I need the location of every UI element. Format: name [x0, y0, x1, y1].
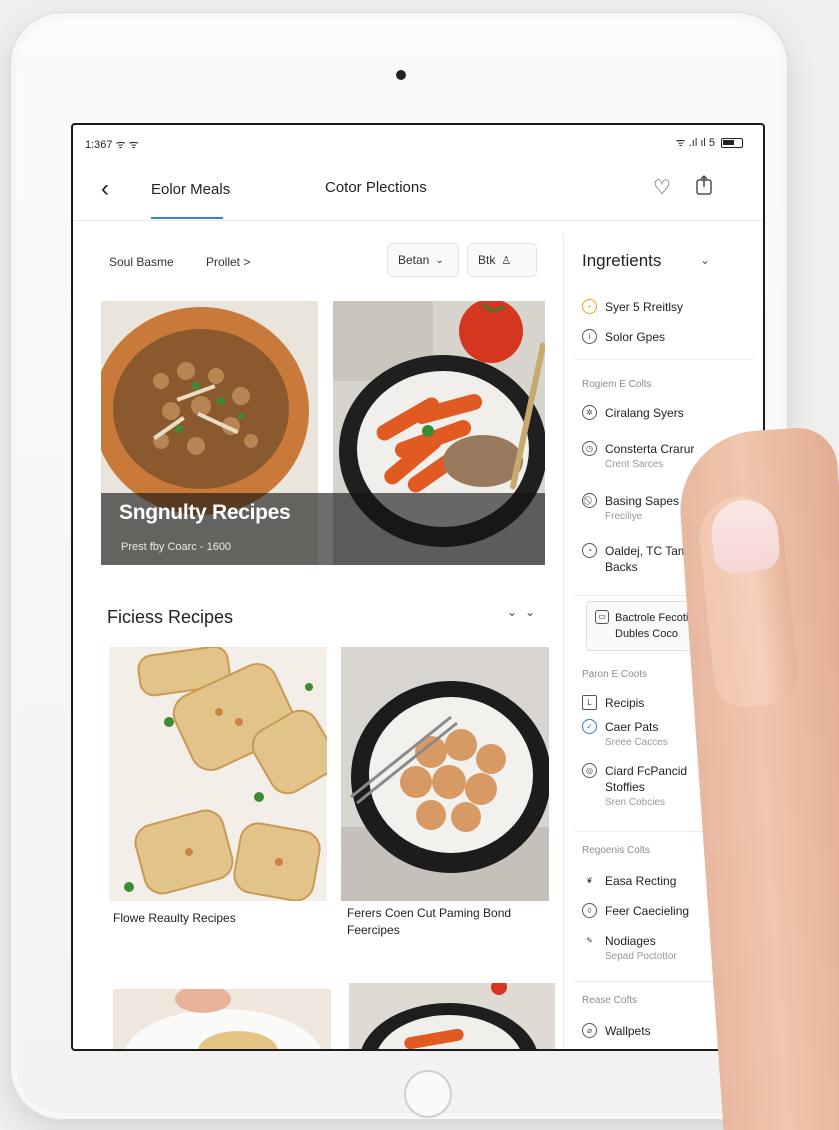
sort-label[interactable]: Soul Basme	[109, 255, 174, 269]
status-time: 1:367 ᯤ ᯤ	[85, 139, 139, 151]
main-content: Sngnulty Recipes Prest fby Coarc - 1600 …	[73, 285, 561, 1049]
sidebar-item[interactable]: ◊ Feer Caecieling	[582, 903, 689, 919]
sidebar-item-label: Easa Recting	[605, 874, 677, 888]
sidebar-item[interactable]: ❦ Easa Recting	[582, 873, 676, 889]
filter-dropdown-label: Betan	[398, 253, 430, 267]
sidebar-item-label: Nodiages	[605, 934, 656, 948]
sidebar-item[interactable]: i Solor Gpes	[582, 329, 665, 345]
sidebar-item-label: Ciralang Syers	[605, 406, 684, 420]
target-icon: ◎	[582, 763, 597, 778]
slash-icon: ⃠	[582, 493, 597, 508]
sidebar-item[interactable]: ✎ Nodiages Sepad Poctottor	[582, 933, 677, 965]
home-button[interactable]	[404, 1070, 452, 1118]
sidebar-item[interactable]: • Syer 5 Rreitlsy	[582, 299, 683, 315]
recipe-card-title[interactable]: Flowe Reaulty Recipes	[113, 911, 236, 925]
app-screen: 1:367 ᯤ ᯤ ᯤ .ıl ıl 5 ‹ Eolor Meals Cotor…	[71, 123, 765, 1051]
hero-subtitle: Prest fby Coarc - 1600	[121, 541, 232, 553]
app-header: ‹ Eolor Meals Cotor Plections ♡	[73, 165, 763, 221]
sidebar-item-label: Ciard FcPancid Stoffies	[605, 764, 688, 794]
sidebar-item-label: Wallpets	[605, 1024, 651, 1038]
sidebar-heading: Rease Cofts	[582, 995, 638, 1006]
pin-icon: ⌀	[582, 1023, 597, 1038]
sidebar-item[interactable]: ✲ Ciralang Syers	[582, 405, 684, 421]
leaf-icon: ❦	[586, 876, 593, 885]
camera-dot	[396, 70, 406, 80]
sidebar-item-label: Consterta Crarur	[605, 442, 695, 456]
sidebar-item-sublabel: Sreee Cacces	[605, 737, 668, 748]
recipe-card-image-nuggets[interactable]	[341, 647, 549, 901]
section-title: Ficiess Recipes	[107, 607, 234, 627]
sidebar-item-sublabel: Crent Sarces	[605, 459, 664, 470]
sidebar-item[interactable]: L Recipis	[582, 695, 644, 711]
sidebar-heading: Paron E Coots	[582, 669, 648, 680]
recipe-card-image-pasta[interactable]	[113, 989, 331, 1049]
gear-icon: ✲	[582, 405, 597, 420]
sidebar-item-label: Solor Gpes	[605, 330, 666, 344]
hero-title: Sngnulty Recipes	[119, 501, 291, 524]
sidebar-item-label: Recipis	[605, 696, 645, 710]
chevron-down-icon[interactable]: ⌄	[700, 253, 710, 267]
heart-icon[interactable]: ♡	[653, 175, 671, 200]
recipe-card-title[interactable]: Ferers Coen Cut Paming Bond Feercipes	[347, 905, 537, 939]
sidebar-item[interactable]: ✓ Caer Pats Sreee Cacces	[582, 719, 668, 751]
box-icon: ▭	[595, 610, 609, 624]
sidebar-item-sublabel: Freciliye	[605, 511, 643, 522]
section-chevron-icons[interactable]: ⌄⌄	[507, 605, 543, 619]
drop-icon: ◊	[582, 903, 597, 918]
user-icon: ♙	[501, 254, 512, 267]
info-icon: i	[582, 329, 597, 344]
sidebar-item-label: Basing Sapes	[605, 494, 680, 508]
divider	[574, 359, 754, 360]
filter-row: Soul Basme Prollet > Betan ⌄ Btk ♙	[73, 233, 561, 283]
sidebar-heading: Regoenis Colts	[582, 845, 650, 856]
tab-color-meals[interactable]: Eolor Meals	[151, 181, 230, 198]
clock-icon: ◷	[582, 441, 597, 456]
sidebar-heading: Rogiem E Colts	[582, 379, 652, 390]
sidebar-item-label: Feer Caecieling	[605, 904, 690, 918]
sidebar-item[interactable]: ⃠ Basing Sapes Freciliye	[582, 493, 679, 525]
filter-dropdown-button[interactable]: Betan ⌄	[387, 243, 459, 277]
tab-color-plections[interactable]: Cotor Plections	[325, 179, 427, 196]
battery-icon	[721, 137, 743, 148]
sidebar-item[interactable]: ⌀ Wallpets	[582, 1023, 651, 1039]
filter-user-button[interactable]: Btk ♙	[467, 243, 537, 277]
filter-user-label: Btk	[478, 253, 496, 267]
ld-icon: L	[582, 695, 597, 710]
sidebar-item-label: Syer 5 Rreitlsy	[605, 300, 684, 314]
sidebar-item-label: Oaldej, TC Tam	[605, 544, 688, 558]
recipe-card-image-carrot-plate[interactable]	[349, 983, 555, 1049]
back-chevron-icon[interactable]: ‹	[101, 177, 109, 201]
boxed-item-line1: Bactrole Fecotiel	[615, 612, 697, 624]
sidebar-item-label: Caer Pats	[605, 720, 659, 734]
share-icon[interactable]	[695, 175, 713, 195]
sidebar-item-sublabel: Sepad Poctottor	[605, 951, 677, 962]
sidebar-item[interactable]: ◷ Consterta Crarur Crent Sarces	[582, 441, 694, 473]
chevron-down-icon: ⌄	[435, 254, 444, 266]
status-bar: 1:367 ᯤ ᯤ ᯤ .ıl ıl 5	[73, 125, 763, 155]
product-link[interactable]: Prollet >	[206, 255, 250, 269]
signal-icon: ᯤ .ıl ıl 5	[675, 137, 715, 149]
active-tab-indicator	[151, 217, 223, 219]
sidebar-title: Ingretients	[582, 251, 662, 270]
tablet-frame: 1:367 ᯤ ᯤ ᯤ .ıl ıl 5 ‹ Eolor Meals Cotor…	[10, 12, 788, 1120]
pen-icon: ✎	[586, 936, 593, 945]
boxed-item-line2: Dubles Coco	[615, 628, 678, 640]
check-icon: ✓	[582, 719, 597, 734]
recipe-card-image-flatbread[interactable]	[109, 647, 327, 901]
gauge-icon: ◔	[582, 543, 597, 558]
status-icons: ᯤ .ıl ıl 5	[676, 135, 743, 150]
sun-icon: •	[582, 299, 597, 314]
